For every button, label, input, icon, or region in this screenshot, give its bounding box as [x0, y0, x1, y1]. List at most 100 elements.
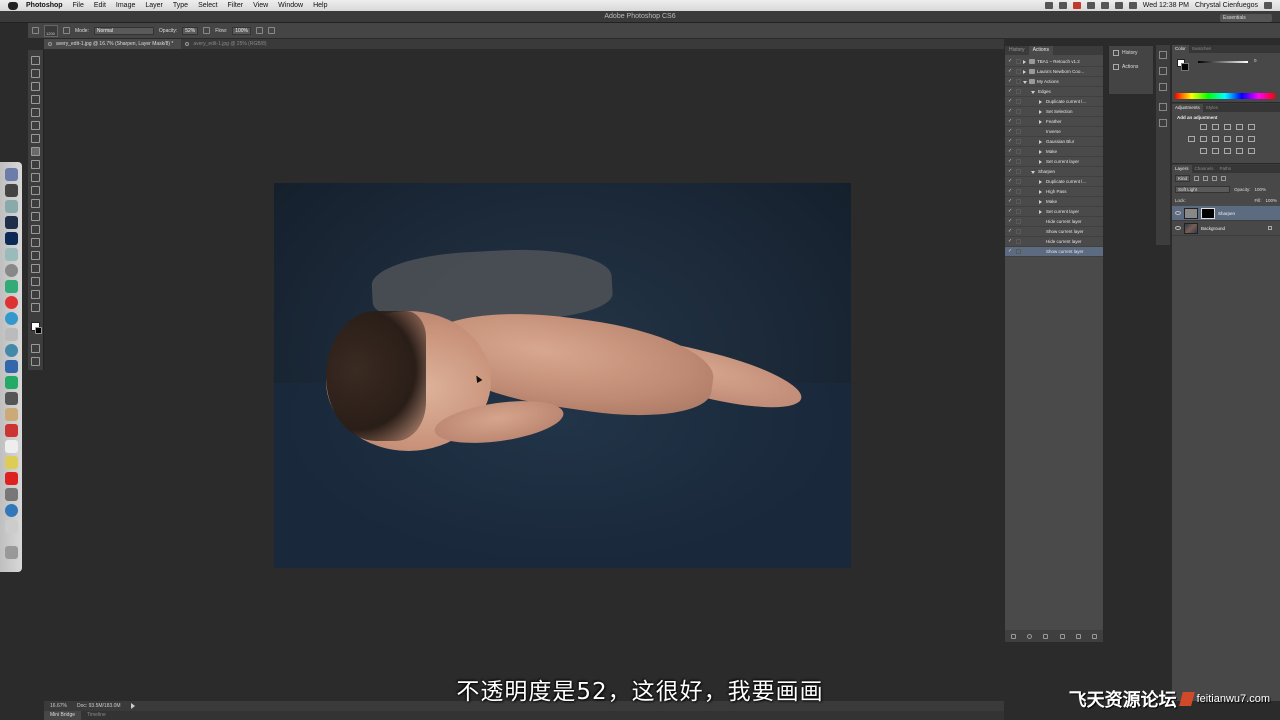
dialog-toggle-icon[interactable] [1016, 249, 1021, 254]
trash-icon[interactable] [1092, 633, 1098, 639]
dock-app-icon[interactable] [5, 328, 18, 341]
action-row[interactable]: ✓ Duplicate current l... [1005, 97, 1103, 107]
collapsed-triangle-icon[interactable] [1039, 190, 1042, 194]
lasso-tool-icon[interactable] [31, 82, 40, 91]
close-icon[interactable] [48, 42, 52, 46]
dialog-toggle-icon[interactable] [1016, 169, 1021, 174]
photo-filter-icon[interactable] [1224, 136, 1231, 142]
action-row[interactable]: ✓ Laura's Newborn Coo... [1005, 67, 1103, 77]
collapsed-triangle-icon[interactable] [1039, 110, 1042, 114]
action-row[interactable]: ✓ Show current layer [1005, 247, 1103, 257]
dock-app-icon[interactable] [5, 168, 18, 181]
eye-icon[interactable] [1175, 211, 1181, 215]
expanded-triangle-icon[interactable] [1031, 171, 1035, 174]
document-image[interactable] [274, 183, 851, 568]
dialog-toggle-icon[interactable] [1016, 109, 1021, 114]
dialog-toggle-icon[interactable] [1016, 119, 1021, 124]
brush-presets-icon[interactable] [1159, 67, 1167, 75]
flow-field[interactable]: 100% [232, 26, 252, 35]
dialog-toggle-icon[interactable] [1016, 199, 1021, 204]
check-icon[interactable]: ✓ [1008, 169, 1013, 174]
menu-view[interactable]: View [253, 2, 268, 9]
color-slider[interactable] [1198, 61, 1248, 63]
dialog-toggle-icon[interactable] [1016, 209, 1021, 214]
history-brush-tool-icon[interactable] [31, 173, 40, 182]
workspace-dropdown[interactable]: Essentials [1220, 14, 1272, 22]
menu-type[interactable]: Type [173, 2, 188, 9]
tab-history[interactable]: History [1005, 46, 1029, 55]
check-icon[interactable]: ✓ [1008, 109, 1013, 114]
color-spectrum[interactable] [1175, 93, 1275, 99]
spotlight-icon[interactable] [1264, 2, 1272, 9]
selective-color-icon[interactable] [1248, 148, 1255, 154]
dock-app-icon[interactable] [5, 408, 18, 421]
zoom-tool-icon[interactable] [31, 303, 40, 312]
menu-edit[interactable]: Edit [94, 2, 106, 9]
filter-type-icon[interactable] [1212, 176, 1218, 181]
filter-adjustment-icon[interactable] [1203, 176, 1209, 181]
dialog-toggle-icon[interactable] [1016, 139, 1021, 144]
dialog-toggle-icon[interactable] [1016, 239, 1021, 244]
actions-panel-button[interactable]: Actions [1109, 60, 1153, 74]
menu-user[interactable]: Chrystal Cienfuegos [1195, 2, 1258, 9]
action-row[interactable]: ✓ Hide current layer [1005, 217, 1103, 227]
check-icon[interactable]: ✓ [1008, 199, 1013, 204]
tab-layers[interactable]: Layers [1172, 165, 1192, 173]
check-icon[interactable]: ✓ [1008, 79, 1013, 84]
dock-app-icon[interactable] [5, 184, 18, 197]
expanded-triangle-icon[interactable] [1023, 81, 1027, 84]
check-icon[interactable]: ✓ [1008, 139, 1013, 144]
dialog-toggle-icon[interactable] [1016, 69, 1021, 74]
check-icon[interactable]: ✓ [1008, 209, 1013, 214]
screen-mode-icon[interactable] [31, 357, 40, 366]
layer-row-sharpen[interactable]: Sharpen [1172, 206, 1280, 221]
chrome-icon[interactable] [5, 296, 18, 309]
clone-stamp-tool-icon[interactable] [31, 160, 40, 169]
paragraph-icon[interactable] [1159, 119, 1167, 127]
collapsed-triangle-icon[interactable] [1039, 210, 1042, 214]
action-row[interactable]: ✓ Inverse [1005, 127, 1103, 137]
new-set-folder-icon[interactable] [1059, 633, 1065, 639]
blur-tool-icon[interactable] [31, 212, 40, 221]
dialog-toggle-icon[interactable] [1016, 89, 1021, 94]
color-value[interactable]: 0 [1254, 58, 1257, 63]
dock-app-icon[interactable] [5, 248, 18, 261]
action-row[interactable]: ✓ Make [1005, 147, 1103, 157]
record-icon[interactable] [1072, 2, 1081, 9]
filter-kind-dropdown[interactable]: Kind [1175, 175, 1191, 182]
character-icon[interactable] [1159, 103, 1167, 111]
check-icon[interactable]: ✓ [1008, 149, 1013, 154]
volume-icon[interactable] [1114, 2, 1123, 9]
move-tool-icon[interactable] [31, 56, 40, 65]
layer-mask-thumbnail[interactable] [1201, 207, 1215, 219]
new-action-icon[interactable] [1075, 633, 1081, 639]
dialog-toggle-icon[interactable] [1016, 179, 1021, 184]
mode-dropdown[interactable]: Normal [93, 26, 154, 35]
collapsed-triangle-icon[interactable] [1039, 100, 1042, 104]
check-icon[interactable]: ✓ [1008, 249, 1013, 254]
check-icon[interactable]: ✓ [1008, 219, 1013, 224]
tab-styles[interactable]: Styles [1203, 104, 1221, 112]
dialog-toggle-icon[interactable] [1016, 219, 1021, 224]
quick-mask-icon[interactable] [31, 344, 40, 353]
healing-tool-icon[interactable] [31, 134, 40, 143]
menu-app-name[interactable]: Photoshop [26, 2, 63, 9]
hue-saturation-icon[interactable] [1188, 136, 1195, 142]
opacity-field[interactable]: 52% [182, 26, 199, 35]
menu-layer[interactable]: Layer [145, 2, 163, 9]
check-icon[interactable]: ✓ [1008, 119, 1013, 124]
black-white-icon[interactable] [1212, 136, 1219, 142]
check-icon[interactable]: ✓ [1008, 159, 1013, 164]
pen-tool-icon[interactable] [31, 238, 40, 247]
close-icon[interactable] [185, 42, 190, 46]
dialog-toggle-icon[interactable] [1016, 99, 1021, 104]
fill-field[interactable]: 100% [1265, 198, 1277, 203]
type-tool-icon[interactable] [31, 251, 40, 260]
layer-row-background[interactable]: Background [1172, 221, 1280, 236]
tab-timeline[interactable]: Timeline [81, 711, 112, 720]
collapsed-triangle-icon[interactable] [1023, 70, 1026, 74]
dialog-toggle-icon[interactable] [1016, 79, 1021, 84]
action-row[interactable]: ✓ Set current layer [1005, 207, 1103, 217]
shape-tool-icon[interactable] [31, 277, 40, 286]
filter-pixel-icon[interactable] [1194, 176, 1200, 181]
